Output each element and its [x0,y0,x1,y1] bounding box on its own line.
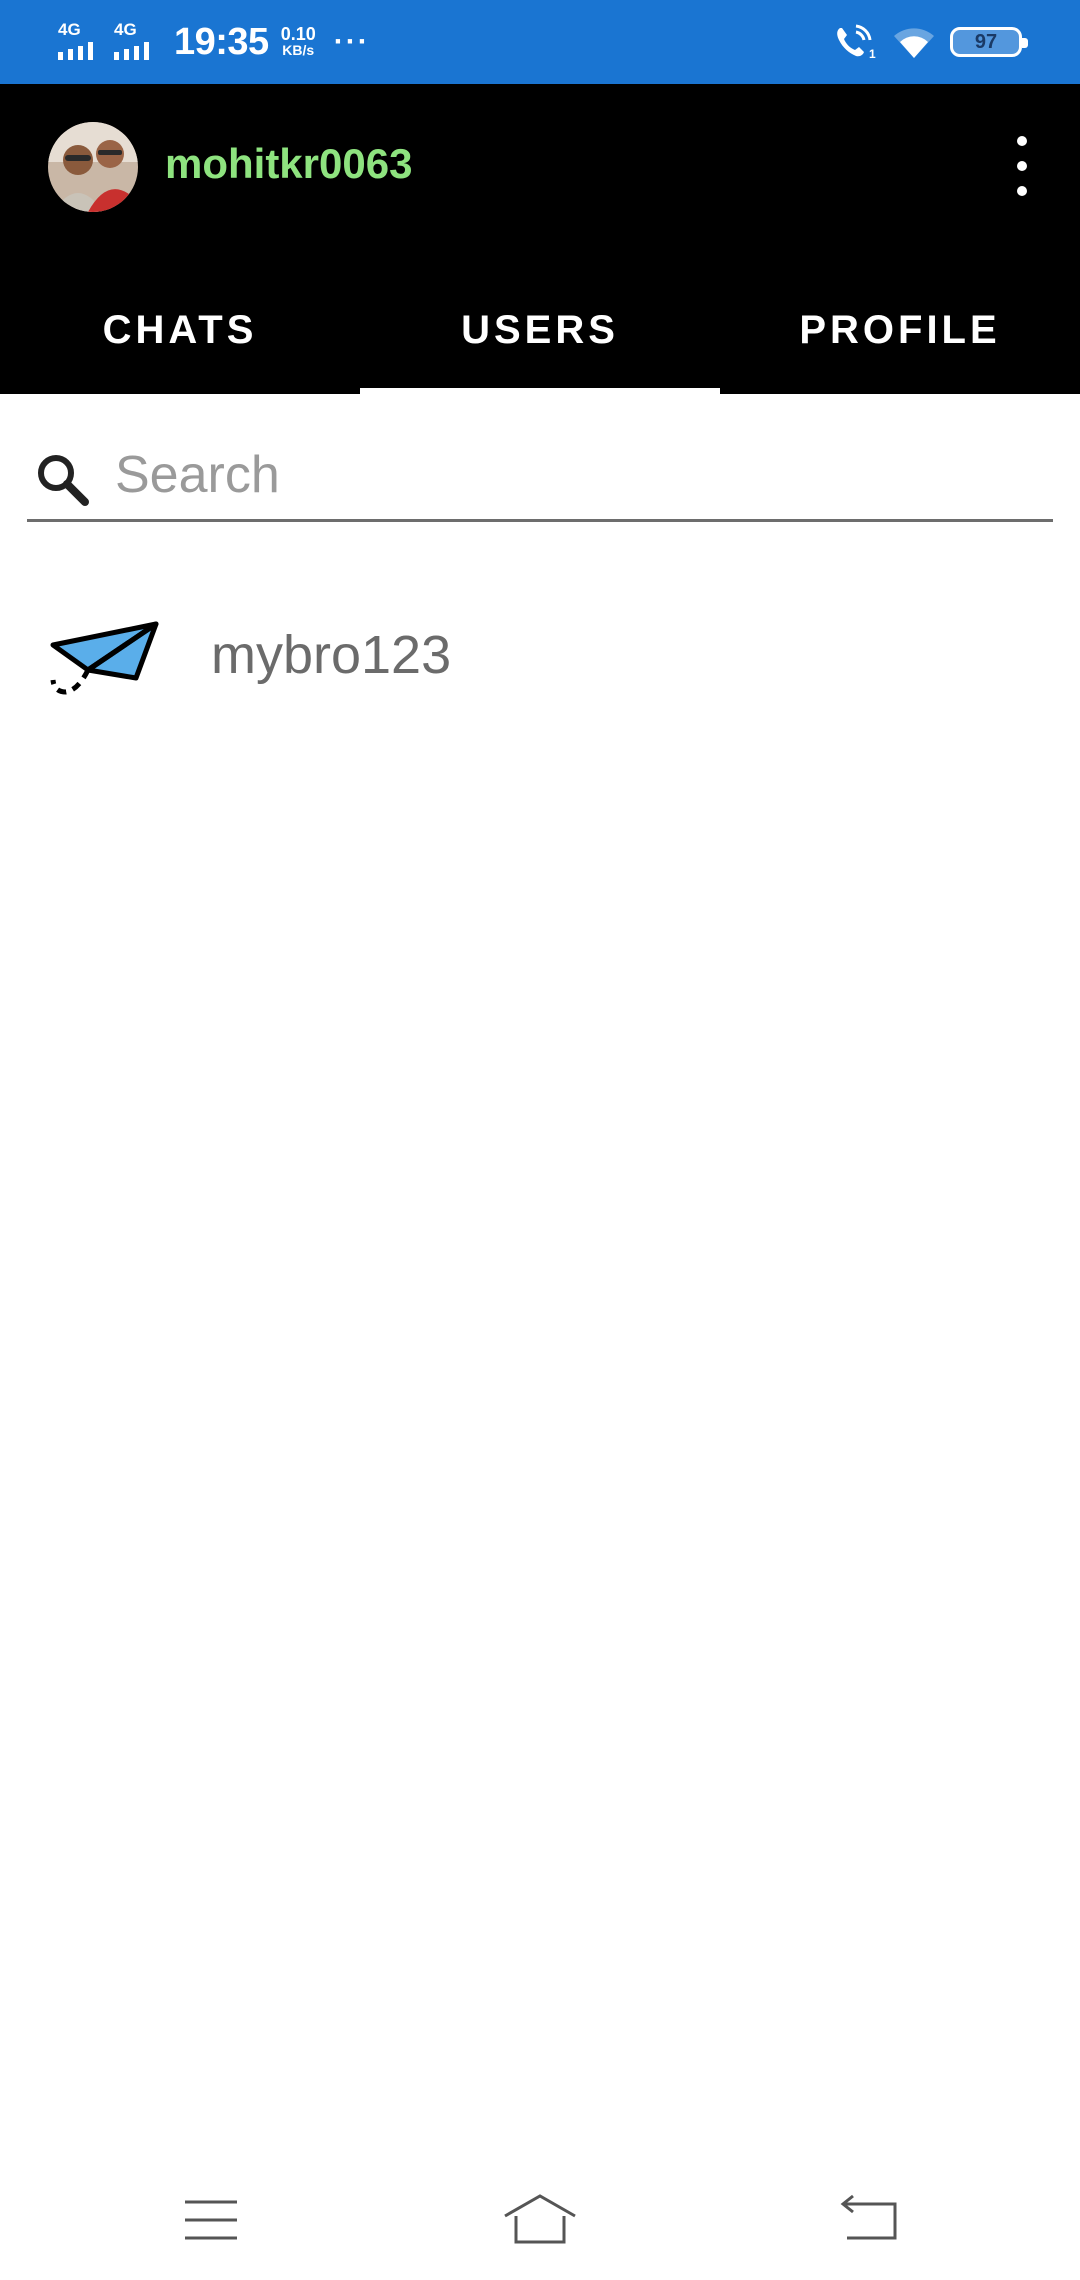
more-notifications-icon: ··· [333,25,370,58]
tab-users[interactable]: USERS [360,280,720,394]
search-input[interactable] [113,440,1013,510]
more-vertical-icon[interactable] [1004,136,1040,196]
avatar[interactable] [48,122,138,212]
navigation-bar [0,2160,1080,2280]
back-icon[interactable] [829,2190,909,2250]
status-bar: 4G 4G 19:35 0.10 KB/s ··· 1 97 [0,0,1080,84]
signal-bars-icon: 4G [58,20,102,62]
tab-chats[interactable]: CHATS [0,280,360,394]
tab-label: USERS [461,307,619,352]
tab-bar: CHATS USERS PROFILE [0,280,1080,394]
tab-label: PROFILE [799,307,1001,352]
clock: 19:35 [174,20,269,63]
signal-bars-icon: 4G [114,20,158,62]
user-name: mybro123 [211,625,452,685]
battery-icon: 97 [950,27,1028,57]
tab-label: CHATS [102,307,258,352]
tab-profile[interactable]: PROFILE [720,280,1080,394]
paper-plane-icon [50,621,159,695]
network-type-label: 4G [114,20,137,39]
list-item[interactable]: mybro123 [0,580,1080,730]
network-speed: 0.10 KB/s [280,24,316,58]
network-type-label: 4G [58,20,81,39]
menu-icon[interactable] [171,2190,251,2250]
battery-level: 97 [974,30,998,53]
username: mohitkr0063 [165,140,413,187]
wifi-icon [894,28,934,58]
app-bar: mohitkr0063 CHATS USERS PROFILE [0,84,1080,394]
search-icon [38,455,89,506]
svg-text:1: 1 [869,47,876,61]
wifi-calling-icon: 1 [837,24,876,61]
search-bar [27,430,1053,522]
home-icon[interactable] [500,2190,580,2250]
speed-unit: KB/s [282,42,315,58]
speed-value: 0.10 [280,24,316,44]
